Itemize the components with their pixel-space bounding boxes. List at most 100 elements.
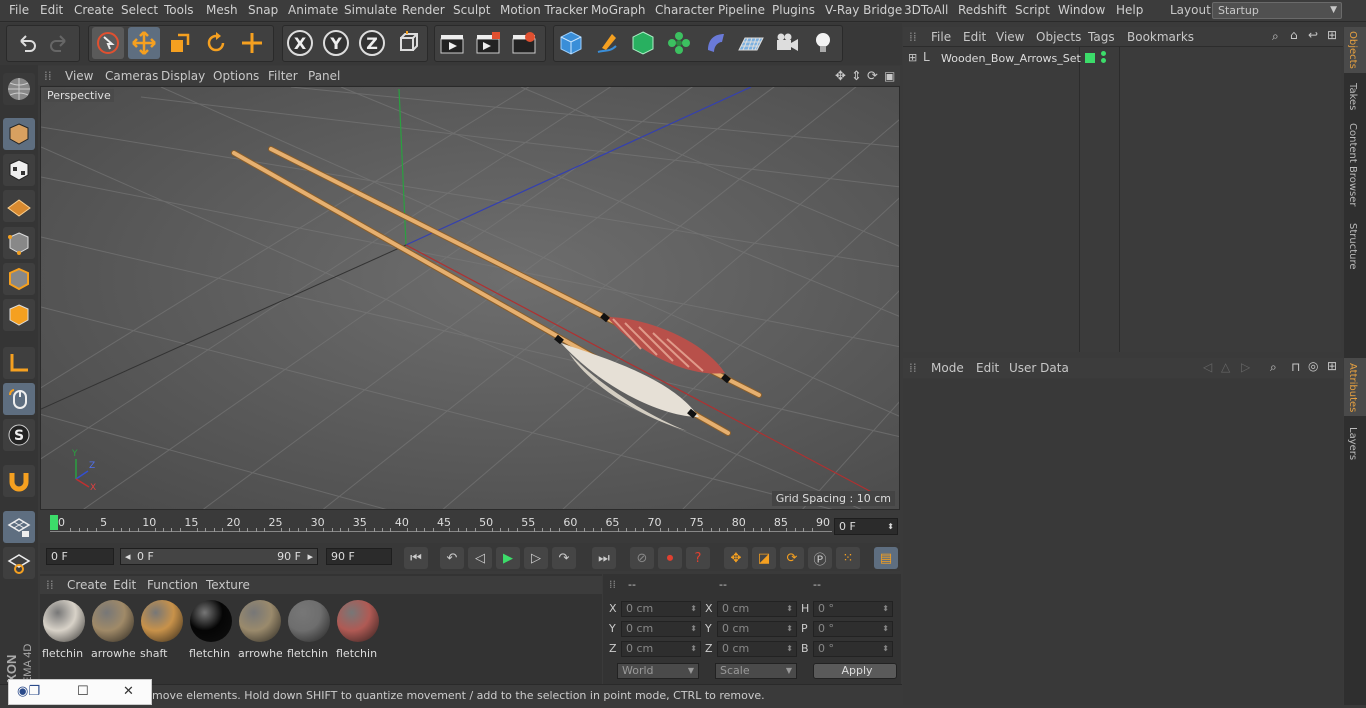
texture-mode-button[interactable] [3, 154, 35, 186]
viewport-menu-cameras[interactable]: Cameras [105, 69, 158, 83]
maximize-view-icon[interactable]: ▣ [884, 69, 895, 83]
visibility-editor-dot[interactable] [1101, 51, 1106, 56]
material-menu-texture[interactable]: Texture [206, 578, 250, 592]
z-axis-button[interactable]: Z [356, 27, 388, 59]
polygons-mode-button[interactable] [3, 299, 35, 331]
stepper-icon[interactable]: ⬍ [786, 642, 793, 656]
coord-value-field[interactable]: 0 cm ⬍ [621, 641, 701, 657]
previous-frame-button[interactable]: ◁ [468, 547, 492, 569]
key-pla-button[interactable]: ⁙ [836, 547, 860, 569]
coord-value-field[interactable]: 0 ° ⬍ [813, 641, 893, 657]
back-icon[interactable]: ↩ [1308, 28, 1318, 42]
pan-view-icon[interactable]: ✥ [835, 69, 846, 84]
rotate-button[interactable] [200, 27, 232, 59]
stepper-icon[interactable]: ⬍ [882, 622, 889, 636]
material-menu-edit[interactable]: Edit [113, 578, 136, 592]
quantize-button[interactable] [3, 511, 35, 543]
viewport-menu-filter[interactable]: Filter [268, 69, 298, 83]
search-icon[interactable]: ⌕ [1272, 29, 1279, 44]
scale-button[interactable] [164, 27, 196, 59]
menu-edit[interactable]: Edit [40, 3, 63, 17]
go-to-end-button[interactable]: ⏭ [592, 547, 616, 569]
menu-vray-bridge[interactable]: V-Ray Bridge [825, 3, 902, 17]
coord-mode-select[interactable]: Scale ▼ [715, 663, 797, 679]
solo-button[interactable]: S [3, 419, 35, 451]
tab-structure[interactable]: Structure [1347, 223, 1358, 270]
lock-workplane-button[interactable] [3, 547, 35, 579]
new-window-icon[interactable]: ⊞ [1327, 359, 1337, 373]
visibility-render-dot[interactable] [1101, 58, 1106, 63]
start-frame-field[interactable]: 0 F [46, 548, 114, 565]
stepper-icon[interactable]: ⬍ [786, 622, 793, 636]
pen-button[interactable] [591, 27, 623, 59]
stepper-icon[interactable]: ⬍ [690, 642, 697, 656]
tab-attributes[interactable]: Attributes [1347, 363, 1358, 412]
tweak-mode-button[interactable] [3, 383, 35, 415]
tab-content-browser[interactable]: Content Browser [1347, 123, 1358, 206]
coord-value-field[interactable]: 0 cm ⬍ [717, 641, 797, 657]
make-editable-button[interactable] [3, 73, 35, 105]
points-mode-button[interactable] [3, 227, 35, 259]
material-swatch[interactable]: shaft [140, 598, 184, 660]
om-menu-edit[interactable]: Edit [963, 30, 986, 44]
live-select-button[interactable] [92, 27, 124, 59]
om-menu-view[interactable]: View [996, 30, 1024, 44]
coord-value-field[interactable]: 0 ° ⬍ [813, 621, 893, 637]
menu-redshift[interactable]: Redshift [958, 3, 1007, 17]
menu-animate[interactable]: Animate [288, 3, 338, 17]
material-swatch[interactable]: fletchin [336, 598, 380, 660]
menu-render[interactable]: Render [402, 3, 445, 17]
previous-key-button[interactable]: ↶ [440, 547, 464, 569]
subdivision-button[interactable] [627, 27, 659, 59]
move-button[interactable] [128, 27, 160, 59]
am-menu-edit[interactable]: Edit [976, 361, 999, 375]
rotate-view-icon[interactable]: ⟳ [867, 69, 878, 84]
visibility-editor-dot[interactable] [1085, 53, 1095, 63]
menu-script[interactable]: Script [1015, 3, 1050, 17]
viewport-menu-view[interactable]: View [65, 69, 93, 83]
coord-system-select[interactable]: World ▼ [617, 663, 699, 679]
tab-layers[interactable]: Layers [1347, 427, 1358, 460]
undo-button[interactable] [10, 27, 42, 59]
material-menu-create[interactable]: Create [67, 578, 107, 592]
menu-plugins[interactable]: Plugins [772, 3, 815, 17]
cube-button[interactable] [555, 27, 587, 59]
axis-mode-button[interactable] [3, 347, 35, 379]
end-frame-field[interactable]: 90 F [326, 548, 392, 565]
am-menu-mode[interactable]: Mode [931, 361, 964, 375]
x-axis-button[interactable]: X [284, 27, 316, 59]
om-menu-file[interactable]: File [931, 30, 951, 44]
om-menu-objects[interactable]: Objects [1036, 30, 1081, 44]
target-icon[interactable]: ◎ [1308, 359, 1318, 373]
menu-sculpt[interactable]: Sculpt [453, 3, 490, 17]
floor-button[interactable] [735, 27, 767, 59]
layout-select[interactable]: Startup ▼ [1212, 2, 1342, 19]
playhead-marker[interactable] [50, 515, 58, 530]
om-menu-tags[interactable]: Tags [1088, 30, 1115, 44]
viewport-label[interactable]: Perspective [44, 89, 114, 102]
recent-tool-button[interactable] [236, 27, 268, 59]
expand-icon[interactable]: ⊞ [908, 51, 917, 64]
keyframe-selection-button[interactable]: ? [686, 547, 710, 569]
menu-help[interactable]: Help [1116, 3, 1143, 17]
cloner-button[interactable] [663, 27, 695, 59]
stepper-icon[interactable]: ⬍ [882, 602, 889, 616]
up-arrow-icon[interactable]: △ [1221, 360, 1230, 374]
am-menu-user-data[interactable]: User Data [1009, 361, 1069, 375]
next-key-button[interactable]: ↷ [552, 547, 576, 569]
coord-value-field[interactable]: 0 cm ⬍ [717, 621, 797, 637]
menu-character[interactable]: Character [655, 3, 714, 17]
viewport-menu-panel[interactable]: Panel [308, 69, 340, 83]
menu-select[interactable]: Select [121, 3, 158, 17]
coord-value-field[interactable]: 0 cm ⬍ [717, 601, 797, 617]
material-swatch[interactable]: fletchin [287, 598, 331, 660]
material-swatch[interactable]: fletchin [42, 598, 86, 660]
new-window-icon[interactable]: ⊞ [1327, 28, 1337, 42]
coordinate-system-button[interactable] [392, 27, 424, 59]
menu-motion-tracker[interactable]: Motion Tracker [500, 3, 588, 17]
next-frame-button[interactable]: ▷ [524, 547, 548, 569]
snap-button[interactable] [3, 465, 35, 497]
material-menu-function[interactable]: Function [147, 578, 198, 592]
material-swatch[interactable]: arrowhe [238, 598, 282, 660]
object-row[interactable]: ⊞ Ⅼ Wooden_Bow_Arrows_Set [903, 49, 1341, 67]
